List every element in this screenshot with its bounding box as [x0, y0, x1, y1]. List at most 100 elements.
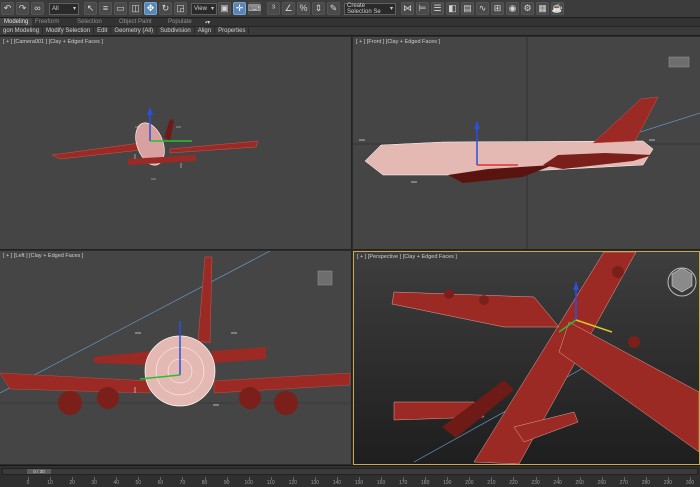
- timeline-ticks: 0 10 20 30 40 50 60 70 80 90 100 110 120 130 140 150 160…: [0, 477, 700, 487]
- link-icon[interactable]: ∞: [31, 2, 44, 15]
- panel-geometry-all[interactable]: Geometry (All): [111, 26, 158, 36]
- snaps-toggle-icon[interactable]: ³: [267, 2, 280, 15]
- airplane-camera-view: [51, 119, 259, 180]
- main-toolbar: ↶ ↷ ∞ All ▾ ↖ ≡ ▭ ◫ ✥ ↻ ◲ View ▾ ▣ ✛ ⌨ ³ ∠…: [0, 0, 700, 18]
- move-gizmo-toggle-icon[interactable]: ✛: [233, 2, 246, 15]
- tab-object-paint[interactable]: Object Paint: [119, 19, 152, 25]
- timeline-tick-label: 30: [91, 480, 97, 486]
- timeline-tick-label: 190: [443, 480, 452, 486]
- undo-icon[interactable]: ↶: [1, 2, 14, 15]
- time-slider[interactable]: 0 / 30: [2, 468, 698, 475]
- named-selection-value: Create Selection Se: [347, 2, 381, 15]
- timeline-tick-label: 20: [69, 480, 75, 486]
- viewcube-icon[interactable]: [667, 267, 697, 297]
- toggle-ribbon-icon[interactable]: ▤: [461, 2, 474, 15]
- mirror-icon[interactable]: ⋈: [401, 2, 414, 15]
- timeline-tick-label: 200: [465, 480, 474, 486]
- viewport-label-front[interactable]: [ + ] [Front ] [Clay + Edged Faces ]: [356, 39, 440, 45]
- keyboard-shortcut-icon[interactable]: ⌨: [248, 2, 261, 15]
- timeline-tick-label: 210: [487, 480, 496, 486]
- left-viewport-scene: [0, 251, 351, 415]
- timeline-tick-label: 0: [26, 480, 30, 486]
- schematic-view-icon[interactable]: ⊞: [491, 2, 504, 15]
- named-selection-dropdown[interactable]: Create Selection Se ▾: [344, 2, 396, 15]
- viewcube-icon[interactable]: [668, 56, 690, 68]
- viewport-camera[interactable]: [ + ] [Camera001 ] [Clay + Edged Faces ]: [0, 37, 352, 250]
- perspective-viewport-scene: [391, 252, 699, 464]
- selection-filter-dropdown[interactable]: All ▾: [49, 2, 79, 15]
- timeline-tick-label: 270: [619, 480, 628, 486]
- 3ds-max-window: ↶ ↷ ∞ All ▾ ↖ ≡ ▭ ◫ ✥ ↻ ◲ View ▾ ▣ ✛ ⌨ ³ ∠…: [0, 0, 700, 487]
- toggle-layer-explorer-icon[interactable]: ◧: [446, 2, 459, 15]
- timeline-tick-label: 70: [179, 480, 186, 486]
- timeline-tick-label: 290: [663, 480, 673, 486]
- ribbon-options-icon[interactable]: ▪▾: [205, 19, 210, 26]
- timeline-tick-label: 130: [310, 480, 320, 486]
- reference-coordinate-value: View: [194, 5, 207, 12]
- timeline-tick-label: 240: [553, 480, 562, 486]
- timeline-tick-label: 80: [201, 480, 208, 486]
- tab-modeling[interactable]: Modeling: [0, 18, 33, 26]
- tab-populate[interactable]: Populate: [168, 19, 192, 25]
- panel-polygon-modeling[interactable]: gon Modeling: [0, 26, 44, 36]
- timeline-tick-label: 140: [332, 480, 342, 486]
- pivot-icon[interactable]: ▣: [218, 2, 231, 15]
- align-icon[interactable]: ⊨: [416, 2, 429, 15]
- viewcube-icon[interactable]: [317, 270, 333, 286]
- panel-align[interactable]: Align: [195, 26, 216, 36]
- timeline: 0 / 30 0 10 20 30 40 50 60 70 80 90 100 110 120 130 14…: [0, 465, 700, 487]
- airplane-left-view: [0, 256, 351, 415]
- ribbon-panel-bar: gon Modeling Modify Selection Edit Geome…: [0, 26, 700, 36]
- toggle-scene-explorer-icon[interactable]: ☰: [431, 2, 444, 15]
- curve-editor-icon[interactable]: ∿: [476, 2, 489, 15]
- front-viewport-scene: [353, 37, 700, 249]
- redo-icon[interactable]: ↷: [16, 2, 29, 15]
- timeline-tick-label: 250: [575, 480, 584, 486]
- timeline-tick-label: 120: [288, 480, 297, 486]
- selection-filter-value: All: [52, 5, 59, 12]
- panel-properties[interactable]: Properties: [215, 26, 250, 36]
- scale-icon[interactable]: ◲: [174, 2, 187, 15]
- tab-freeform[interactable]: Freeform: [35, 19, 59, 25]
- timeline-tick-label: 110: [266, 480, 275, 486]
- material-editor-icon[interactable]: ◉: [506, 2, 519, 15]
- panel-subdivision[interactable]: Subdivision: [157, 26, 195, 36]
- time-slider-thumb[interactable]: 0 / 30: [27, 469, 51, 474]
- panel-modify-selection[interactable]: Modify Selection: [43, 26, 95, 36]
- airplane-front-view: [358, 96, 659, 183]
- timeline-tick-label: 100: [244, 480, 253, 486]
- viewport-label-left[interactable]: [ + ] [Left ] [Clay + Edged Faces ]: [3, 253, 83, 259]
- timeline-tick-label: 90: [223, 480, 230, 486]
- window-crossing-icon[interactable]: ◫: [129, 2, 142, 15]
- timeline-tick-label: 260: [597, 480, 606, 486]
- tab-selection[interactable]: Selection: [77, 19, 102, 25]
- viewport-label-camera[interactable]: [ + ] [Camera001 ] [Clay + Edged Faces ]: [3, 39, 103, 45]
- percent-snap-icon[interactable]: %: [297, 2, 310, 15]
- rotate-icon[interactable]: ↻: [159, 2, 172, 15]
- timeline-tick-label: 220: [509, 480, 518, 486]
- viewport-label-perspective[interactable]: [ + ] [Perspective ] [Clay + Edged Faces…: [357, 254, 457, 260]
- timeline-tick-label: 170: [398, 480, 408, 486]
- spinner-snap-icon[interactable]: ⇕: [312, 2, 325, 15]
- move-icon[interactable]: ✥: [144, 2, 157, 15]
- timeline-tick-label: 10: [47, 480, 53, 486]
- viewport-perspective[interactable]: [ + ] [Perspective ] [Clay + Edged Faces…: [353, 251, 700, 465]
- timeline-tick-label: 160: [376, 480, 386, 486]
- edit-named-selection-icon[interactable]: ✎: [327, 2, 340, 15]
- select-object-icon[interactable]: ↖: [84, 2, 97, 15]
- reference-coordinate-dropdown[interactable]: View ▾: [191, 2, 217, 15]
- timeline-tick-label: 150: [354, 480, 364, 486]
- render-icon[interactable]: ☕: [551, 2, 564, 15]
- rectangle-selection-icon[interactable]: ▭: [114, 2, 127, 15]
- timeline-tick-label: 280: [641, 480, 651, 486]
- viewport-left[interactable]: [ + ] [Left ] [Clay + Edged Faces ]: [0, 251, 352, 464]
- viewport-front[interactable]: [ + ] [Front ] [Clay + Edged Faces ]: [353, 37, 700, 250]
- render-setup-icon[interactable]: ⚙: [521, 2, 534, 15]
- angle-snap-icon[interactable]: ∠: [282, 2, 295, 15]
- panel-edit[interactable]: Edit: [94, 26, 112, 36]
- camera-viewport-scene: [51, 107, 259, 180]
- rendered-frame-icon[interactable]: ▦: [536, 2, 549, 15]
- airplane-perspective-view: [391, 252, 699, 464]
- select-by-name-icon[interactable]: ≡: [99, 2, 112, 15]
- timeline-tick-label: 60: [157, 480, 164, 486]
